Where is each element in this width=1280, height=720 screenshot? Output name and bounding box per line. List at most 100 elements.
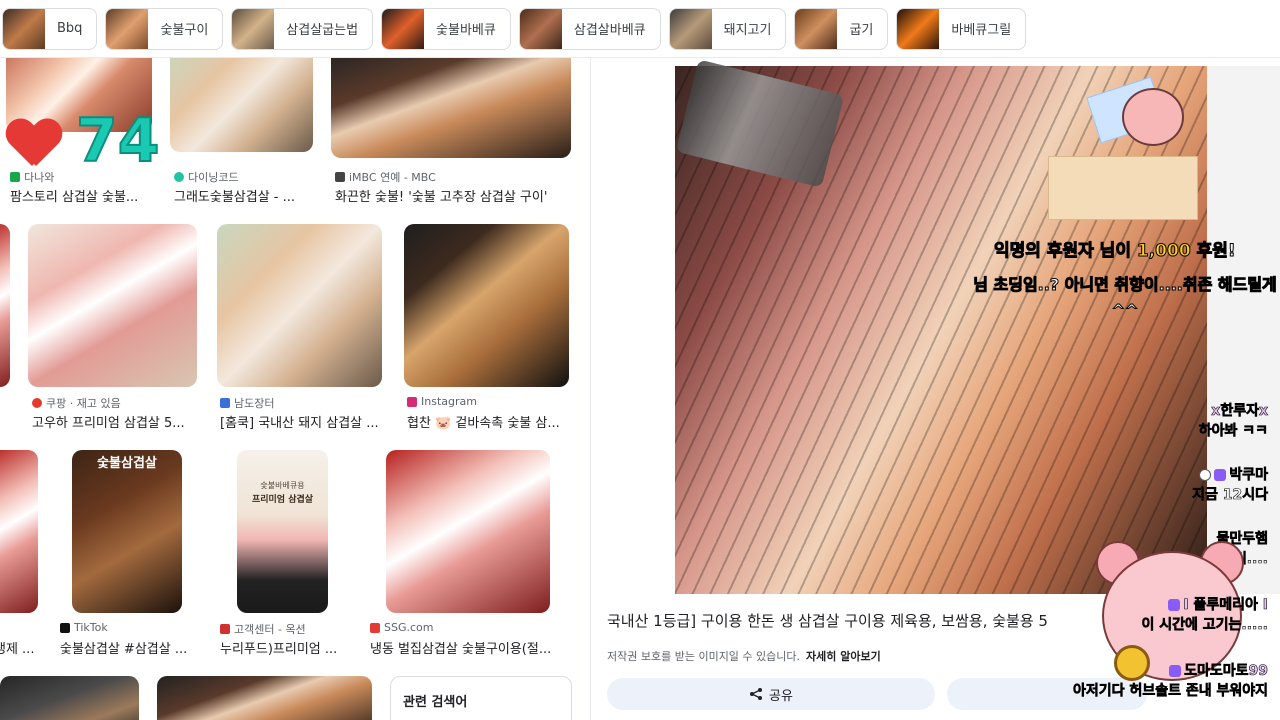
result-source: 쿠팡 · 재고 있음 — [32, 395, 121, 411]
result-image[interactable]: 숯불삼겹살 — [72, 450, 182, 613]
chip-sumbulgui[interactable]: 숯불구이 — [105, 7, 224, 50]
source-label: SSG.com — [384, 621, 434, 634]
result-source: iMBC 연예 - MBC — [335, 169, 436, 185]
result-source: Instagram — [407, 395, 477, 408]
source-label: 쿠팡 · 재고 있음 — [46, 397, 121, 410]
source-label: 다이닝코드 — [188, 171, 239, 184]
related-chips-bar: Bbq 숯불구이 삼겹살굽는법 숯불바베큐 삼겹살바베큐 돼지고기 굽기 바베큐… — [0, 0, 1280, 58]
favicon-icon — [220, 398, 230, 408]
copyright-text: 저작권 보호를 받는 이미지일 수 있습니다. — [607, 650, 801, 663]
result-title[interactable]: 협찬 🐷 겉바속촉 숯불 삼... — [407, 412, 572, 431]
preview-title[interactable]: 국내산 1등급] 구이용 한돈 생 삼겹살 구이용 제육용, 보쌈용, 숯불용 … — [607, 610, 1127, 631]
result-title[interactable]: 고우하 프리미엄 삼겹살 5... — [32, 412, 197, 431]
chip-thumbnail — [669, 8, 712, 49]
result-title[interactable]: 팜스토리 삼겹살 숯불... — [10, 186, 160, 205]
result-image[interactable] — [0, 224, 10, 387]
chat-message: I 플루메리아 I 이 시간에 고기는..... — [1141, 594, 1268, 634]
thumbnail-text: 프리미엄 삼겹살 — [251, 495, 314, 505]
result-image[interactable] — [28, 224, 197, 387]
favicon-icon — [10, 172, 20, 182]
chip-grill[interactable]: 굽기 — [794, 7, 889, 50]
chip-label: 삼겹살바베큐 — [573, 23, 646, 38]
like-counter: 74 — [75, 105, 160, 177]
chat-text: 이 시간에 고기는..... — [1141, 617, 1268, 634]
result-source: TikTok — [60, 621, 108, 634]
favicon-icon — [220, 624, 230, 634]
chat-text: 지금 12시다 — [1192, 487, 1268, 504]
result-title[interactable]: 냉동 벌집삼겹살 숯불구이용(절... — [370, 638, 570, 657]
chip-sumbul-bbq[interactable]: 숯불바베큐 — [381, 7, 511, 50]
donation-message: 님 초딩임..? 아니면 취향이....취존 해드릴게^^ — [973, 275, 1278, 321]
learn-more-link[interactable]: 자세히 알아보기 — [806, 650, 881, 663]
result-source: 고객센터 - 옥션 — [220, 621, 306, 637]
chip-label: 삼겹살굽는법 — [286, 23, 359, 38]
result-source: 다이닝코드 — [174, 169, 239, 185]
chat-nick-text: 박쿠마 — [1229, 467, 1268, 484]
result-image[interactable] — [170, 58, 313, 152]
result-title[interactable]: 숯불삼겹살 #삼겹살 ... — [60, 638, 200, 657]
favicon-icon — [32, 398, 42, 408]
chat-message: 박쿠마 지금 12시다 — [1192, 464, 1268, 504]
chat-message: x한루자x 하아봐 ㅋㅋ — [1198, 400, 1268, 440]
chip-bbq[interactable]: Bbq — [2, 7, 98, 50]
chip-thumbnail — [382, 8, 425, 49]
result-image[interactable] — [217, 224, 382, 387]
result-title[interactable]: [홈쿡] 국내산 돼지 삼겹살 ... — [220, 412, 385, 431]
result-title[interactable]: 누리푸드)프리미엄 ... — [220, 638, 350, 657]
source-label: iMBC 연예 - MBC — [349, 171, 436, 184]
source-label: 남도장터 — [234, 397, 275, 410]
chip-thumbnail — [3, 8, 45, 49]
chip-thumbnail — [519, 8, 562, 49]
result-image[interactable] — [0, 676, 139, 720]
chip-label: 돼지고기 — [723, 23, 772, 38]
donor-name: 익명의 후원자 — [994, 241, 1095, 262]
chip-thumbnail — [897, 8, 940, 49]
favicon-icon — [174, 172, 184, 182]
result-source: SSG.com — [370, 621, 433, 634]
tongs-graphic — [675, 59, 845, 188]
result-image[interactable] — [331, 58, 571, 158]
source-label: 고객센터 - 옥션 — [234, 623, 306, 636]
chip-bbq-grill[interactable]: 바베큐그릴 — [896, 7, 1027, 50]
heart-badge-icon — [1168, 599, 1181, 611]
chip-label: 숯불바베큐 — [436, 23, 496, 38]
chat-nick: 박쿠마 — [1192, 464, 1268, 484]
related-searches-card[interactable]: 관련 검색어 — [390, 676, 572, 720]
chip-label: Bbq — [57, 21, 83, 36]
thumbnail-text: 숯불바베큐용 — [260, 481, 305, 490]
chip-label: 숯불구이 — [160, 23, 209, 38]
heart-badge-icon — [1214, 469, 1227, 481]
donation-amount: 1,000 — [1136, 241, 1191, 262]
chip-samgyeopsal-howto[interactable]: 삼겹살굽는법 — [231, 7, 374, 50]
chip-pork[interactable]: 돼지고기 — [668, 7, 787, 50]
donation-alert: 익명의 후원자 님이 1,000 후원! — [994, 236, 1237, 262]
chat-nick-text: I 플루메리아 I — [1183, 597, 1268, 614]
result-image[interactable]: 숯불바베큐용 프리미엄 삼겹살 — [237, 450, 328, 613]
chat-text: 하아봐 ㅋㅋ — [1198, 423, 1268, 440]
chat-badge-icon — [1199, 469, 1212, 481]
result-title[interactable]: 화끈한 숯불! '숯불 고추장 삼겹살 구이' — [335, 186, 585, 205]
page: Bbq 숯불구이 삼겹살굽는법 숯불바베큐 삼겹살바베큐 돼지고기 굽기 바베큐… — [0, 0, 1280, 720]
result-image[interactable] — [0, 450, 38, 613]
source-label: TikTok — [74, 621, 108, 634]
result-image[interactable] — [386, 450, 550, 613]
chip-samgyeopsal-bbq[interactable]: 삼겹살바베큐 — [518, 7, 661, 50]
chat-nick: I 플루메리아 I — [1142, 594, 1268, 614]
share-button[interactable]: 공유 — [607, 678, 935, 710]
result-source: 남도장터 — [220, 395, 274, 411]
chat-message: 도마도마토99 아저기다 허브솔트 존내 부워야지 — [1073, 660, 1269, 700]
result-image[interactable] — [157, 676, 372, 720]
result-image[interactable] — [404, 224, 569, 387]
chat-nick: x한루자x — [1211, 403, 1268, 420]
chat-nick-text: 도마도마토99 — [1184, 663, 1268, 680]
chat-nick: 도마도마토99 — [1073, 660, 1268, 680]
mascot-face — [1122, 88, 1184, 146]
heart-badge-icon — [1169, 665, 1182, 677]
chip-label: 굽기 — [849, 23, 874, 38]
chip-thumbnail — [232, 8, 275, 49]
result-title[interactable]: 냉제 ... — [0, 638, 38, 657]
chat-text: 아저기다 허브솔트 존내 부워야지 — [1073, 683, 1269, 700]
result-title[interactable]: 그래도숯불삼겹살 - ... — [174, 186, 324, 205]
favicon-icon — [335, 172, 345, 182]
tiktok-icon — [60, 622, 70, 633]
